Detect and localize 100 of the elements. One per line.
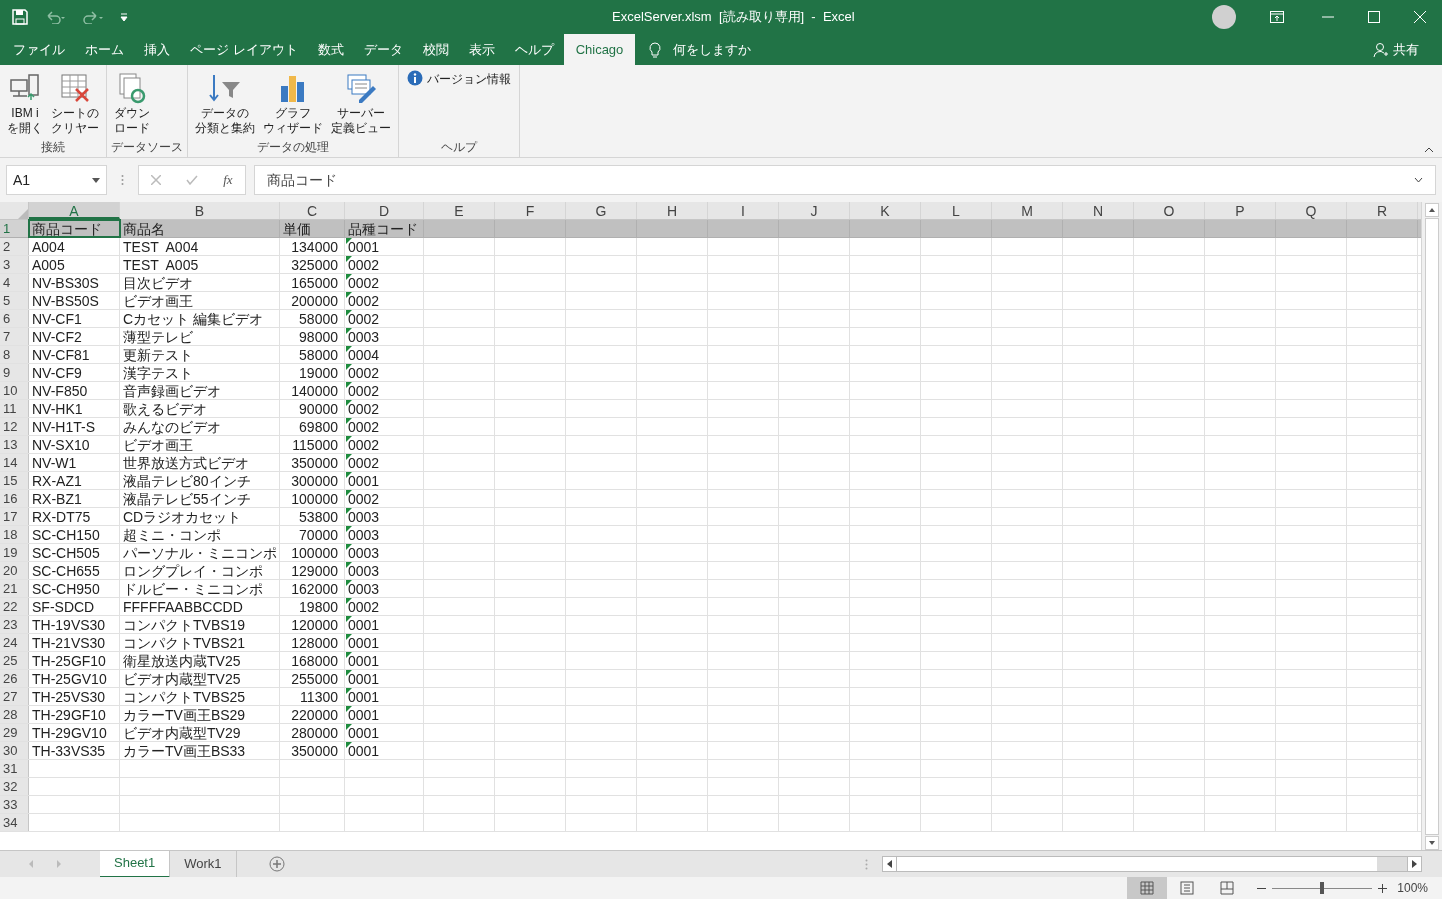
row-header[interactable]: 1: [0, 220, 29, 237]
ribbon-tab[interactable]: 数式: [307, 34, 354, 65]
ribbon-tab[interactable]: ヘルプ: [504, 34, 564, 65]
column-header[interactable]: A: [29, 202, 120, 219]
row-header[interactable]: 14: [0, 454, 29, 471]
ribbon-tab[interactable]: 校閲: [412, 34, 459, 65]
row-header[interactable]: 13: [0, 436, 29, 453]
zoom-level[interactable]: 100%: [1397, 879, 1428, 897]
row-header[interactable]: 8: [0, 346, 29, 363]
close-icon[interactable]: [1414, 11, 1426, 23]
formula-field[interactable]: 商品コード: [254, 165, 1436, 195]
row-header[interactable]: 3: [0, 256, 29, 273]
row-header[interactable]: 9: [0, 364, 29, 381]
column-header[interactable]: G: [566, 202, 637, 219]
column-header[interactable]: K: [850, 202, 921, 219]
save-icon[interactable]: [12, 9, 28, 25]
row-header[interactable]: 33: [0, 796, 29, 813]
table-cell: 音声録画ビデオ: [123, 382, 221, 400]
maximize-icon[interactable]: [1368, 11, 1380, 23]
ribbon-tab[interactable]: Chicago: [563, 34, 636, 65]
row-header[interactable]: 25: [0, 652, 29, 669]
collapse-ribbon-icon[interactable]: [1424, 147, 1434, 153]
ribbon-tab[interactable]: 挿入: [134, 34, 180, 65]
scroll-down-icon[interactable]: [1425, 836, 1439, 850]
ribbon-display-icon[interactable]: [1270, 11, 1284, 23]
add-sheet-icon[interactable]: [268, 856, 285, 872]
row-header[interactable]: 23: [0, 616, 29, 633]
row-header[interactable]: 2: [0, 238, 29, 255]
ribbon-button[interactable]: サーバー 定義ビュー: [328, 70, 394, 138]
ribbon-button[interactable]: グラフ ウィザード: [260, 70, 326, 138]
version-info-button[interactable]: バージョン情報: [403, 70, 515, 92]
redo-icon[interactable]: [82, 10, 104, 24]
row-header[interactable]: 31: [0, 760, 29, 777]
row-header[interactable]: 19: [0, 544, 29, 561]
ribbon-button[interactable]: ダウン ロード: [111, 70, 153, 138]
row-header[interactable]: 18: [0, 526, 29, 543]
row-header[interactable]: 21: [0, 580, 29, 597]
table-cell: SC-CH950: [32, 580, 100, 598]
row-header[interactable]: 15: [0, 472, 29, 489]
column-header[interactable]: Q: [1276, 202, 1347, 219]
zoom-slider[interactable]: [1272, 882, 1373, 894]
row-header[interactable]: 30: [0, 742, 29, 759]
check-icon[interactable]: [186, 175, 199, 185]
column-header[interactable]: P: [1205, 202, 1276, 219]
row-header[interactable]: 7: [0, 328, 29, 345]
scroll-up-icon[interactable]: [1425, 203, 1439, 217]
view-button[interactable]: [1127, 877, 1168, 899]
customize-icon[interactable]: [120, 12, 128, 22]
row-header[interactable]: 11: [0, 400, 29, 417]
row-header[interactable]: 6: [0, 310, 29, 327]
column-header[interactable]: D: [345, 202, 424, 219]
row-header[interactable]: 22: [0, 598, 29, 615]
row-header[interactable]: 26: [0, 670, 29, 687]
column-header[interactable]: F: [495, 202, 566, 219]
ribbon-button[interactable]: データの 分類と集約: [192, 70, 258, 138]
zoom-thumb[interactable]: [1320, 882, 1325, 894]
column-header[interactable]: R: [1347, 202, 1418, 219]
scrollbar-thumb[interactable]: [1425, 218, 1439, 835]
row-header[interactable]: 17: [0, 508, 29, 525]
row-header[interactable]: 5: [0, 292, 29, 309]
scroll-right-icon[interactable]: [1412, 860, 1417, 868]
ribbon-tab[interactable]: ページ レイアウト: [180, 34, 308, 65]
horizontal-scrollbar[interactable]: [882, 856, 1422, 872]
row-header[interactable]: 10: [0, 382, 29, 399]
row-header[interactable]: 12: [0, 418, 29, 435]
column-header[interactable]: H: [637, 202, 708, 219]
drag-handle-icon[interactable]: [121, 174, 124, 186]
column-header[interactable]: J: [779, 202, 850, 219]
undo-icon[interactable]: [44, 10, 66, 24]
column-header[interactable]: N: [1063, 202, 1134, 219]
row-header[interactable]: 29: [0, 724, 29, 741]
ribbon-button[interactable]: IBM i を開く: [4, 70, 46, 138]
column-header[interactable]: C: [280, 202, 345, 219]
column-header[interactable]: I: [708, 202, 779, 219]
insert-function-button[interactable]: fx: [223, 170, 233, 190]
row-header[interactable]: 4: [0, 274, 29, 291]
column-header[interactable]: B: [120, 202, 280, 219]
column-header[interactable]: O: [1134, 202, 1205, 219]
ribbon-tab[interactable]: ファイル: [3, 34, 75, 65]
row-header[interactable]: 24: [0, 634, 29, 651]
column-header[interactable]: E: [424, 202, 495, 219]
share-button[interactable]: 共有: [1373, 34, 1419, 65]
ribbon-tab[interactable]: データ: [353, 34, 413, 65]
tell-me-field[interactable]: 何をしますか: [673, 39, 752, 60]
row-header[interactable]: 16: [0, 490, 29, 507]
row-header[interactable]: 34: [0, 814, 29, 831]
row-header[interactable]: 28: [0, 706, 29, 723]
avatar-icon[interactable]: [1212, 5, 1236, 29]
row-header[interactable]: 20: [0, 562, 29, 579]
row-header[interactable]: 27: [0, 688, 29, 705]
scroll-left-icon[interactable]: [887, 860, 892, 868]
column-header[interactable]: L: [921, 202, 992, 219]
ribbon-tab[interactable]: ホーム: [75, 34, 134, 65]
row-header[interactable]: 32: [0, 778, 29, 795]
zoom-in-icon[interactable]: [1378, 883, 1388, 893]
column-header[interactable]: M: [992, 202, 1063, 219]
sheet-tab[interactable]: Sheet1: [100, 850, 171, 878]
name-box[interactable]: A1: [6, 165, 107, 195]
ribbon-button[interactable]: シートの クリヤー: [48, 70, 102, 138]
ribbon-tab[interactable]: 表示: [458, 34, 505, 65]
